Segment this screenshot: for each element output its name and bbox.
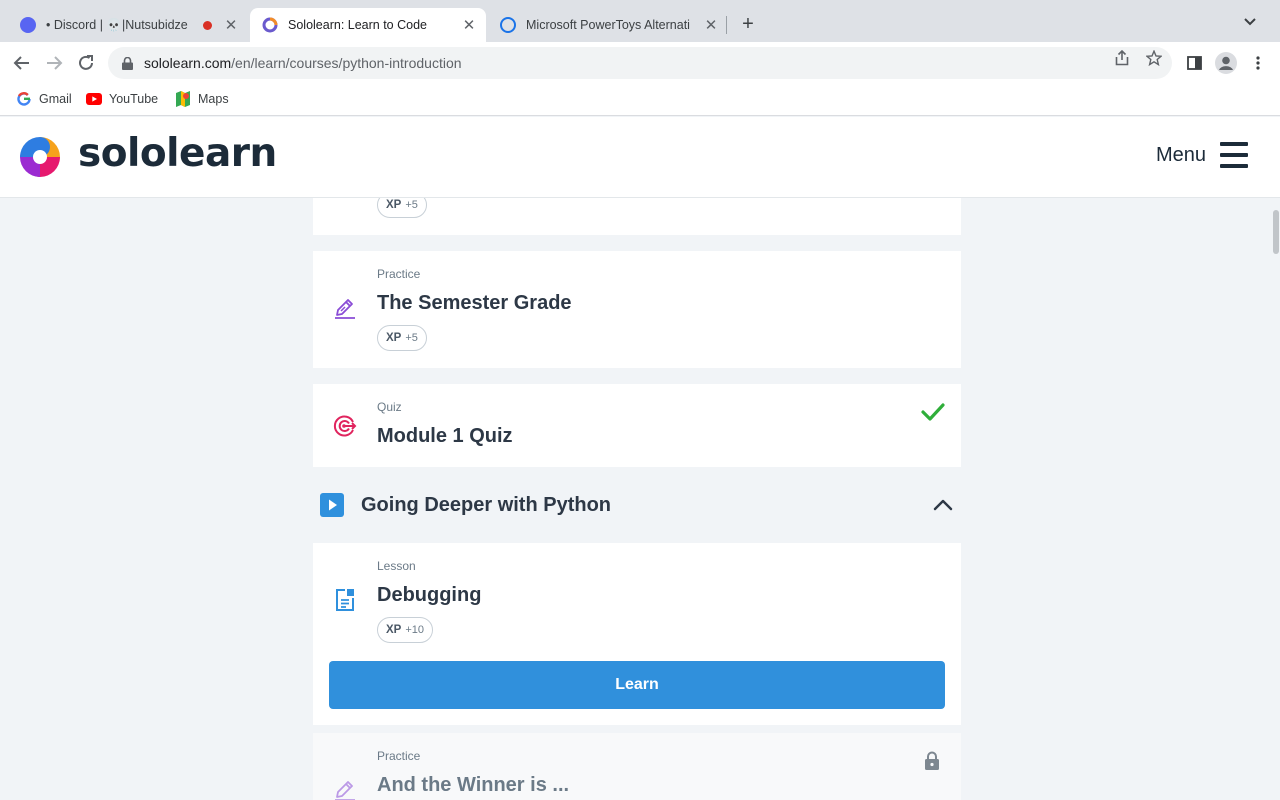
tab-sololearn[interactable]: Sololearn: Learn to Code ✕ (250, 8, 486, 42)
item-title: The Semester Grade (377, 292, 572, 314)
bookmark-star-icon[interactable] (1146, 50, 1162, 66)
globe-icon (500, 17, 516, 33)
side-panel-icon[interactable] (1186, 55, 1202, 71)
recording-icon (203, 20, 212, 30)
new-tab-icon[interactable]: + (736, 13, 760, 37)
chevron-down-icon[interactable] (1240, 14, 1260, 34)
tab-title: Microsoft PowerToys Alternati (526, 18, 690, 32)
bookmarks-bar: Gmail YouTube Maps (0, 84, 1280, 116)
google-icon (16, 91, 32, 107)
bookmark-gmail[interactable]: Gmail (16, 91, 72, 107)
item-kind: Practice (377, 749, 421, 763)
discord-icon (20, 17, 36, 33)
close-tab-icon[interactable]: ✕ (460, 16, 478, 34)
learn-button[interactable]: Learn (329, 661, 945, 709)
browser-tab-strip: • Discord | 💀|Nutsubidze ✕ Sololearn: Le… (0, 0, 1280, 42)
bookmark-label: Gmail (39, 92, 72, 106)
xp-badge: XP +5 (377, 325, 427, 351)
item-kind: Quiz (377, 400, 402, 414)
menu-button[interactable]: Menu (1156, 142, 1249, 168)
item-kind: Practice (377, 267, 421, 281)
practice-pencil-icon (335, 299, 355, 319)
sololearn-icon (262, 17, 278, 33)
url-host: sololearn.com (144, 55, 232, 71)
reload-icon[interactable] (74, 51, 98, 75)
lock-icon (925, 751, 939, 770)
item-title: Debugging (377, 584, 482, 606)
bookmark-label: Maps (198, 92, 229, 106)
browser-toolbar: sololearn.com/en/learn/courses/python-in… (0, 42, 1280, 84)
practice-card-winner[interactable]: Practice And the Winner is ... (313, 733, 961, 800)
sololearn-logo-icon[interactable] (16, 133, 64, 181)
close-tab-icon[interactable]: ✕ (222, 16, 240, 34)
page-scrollbar[interactable] (1273, 210, 1279, 254)
xp-badge: XP +10 (377, 617, 434, 643)
lesson-card-debugging[interactable]: Lesson Debugging XP +10 Learn (313, 543, 961, 725)
tab-discord[interactable]: • Discord | 💀|Nutsubidze ✕ (8, 8, 248, 42)
section-title: Going Deeper with Python (361, 494, 612, 516)
item-title: Module 1 Quiz (377, 425, 513, 447)
quiz-card-module-1[interactable]: Quiz Module 1 Quiz (313, 384, 961, 467)
item-kind: Lesson (377, 559, 416, 573)
practice-pencil-icon (335, 781, 355, 800)
menu-label: Menu (1156, 143, 1207, 166)
lock-icon[interactable] (120, 56, 134, 70)
module-section-header[interactable]: Going Deeper with Python (313, 485, 961, 525)
back-icon[interactable] (10, 51, 34, 75)
xp-badge: XP +5 (377, 198, 427, 218)
item-title: And the Winner is ... (377, 774, 570, 796)
more-vert-icon[interactable] (1250, 55, 1266, 71)
bookmark-label: YouTube (109, 92, 159, 106)
address-bar[interactable]: sololearn.com/en/learn/courses/python-in… (108, 47, 1172, 79)
tab-title: • Discord | 💀|Nutsubidze (46, 17, 188, 32)
site-header: sololearn Menu (0, 117, 1280, 198)
bookmark-maps[interactable]: Maps (175, 91, 229, 107)
url-path: /en/learn/courses/python-introduction (231, 55, 462, 71)
forward-icon[interactable] (42, 51, 66, 75)
tab-separator (726, 16, 727, 34)
tab-title: Sololearn: Learn to Code (288, 18, 427, 32)
profile-avatar-icon[interactable] (1214, 51, 1238, 75)
close-tab-icon[interactable]: ✕ (702, 16, 720, 34)
practice-card-semester-grade[interactable]: Practice The Semester Grade XP +5 (313, 251, 961, 368)
share-icon[interactable] (1114, 50, 1130, 66)
logo-text[interactable]: sololearn (78, 131, 277, 176)
chevron-up-icon[interactable] (931, 497, 955, 513)
youtube-icon (86, 91, 102, 107)
play-icon (320, 493, 344, 517)
tab-powertoys[interactable]: Microsoft PowerToys Alternati ✕ (488, 8, 728, 42)
checkmark-icon (921, 403, 945, 421)
url-text: sololearn.com/en/learn/courses/python-in… (144, 55, 462, 71)
hamburger-icon (1220, 142, 1249, 168)
maps-icon (175, 91, 191, 107)
target-icon (333, 415, 357, 437)
course-content: XP +5 Practice The Semester Grade XP +5 Qu… (0, 198, 1280, 800)
lesson-card[interactable]: XP +5 (313, 198, 961, 235)
lesson-document-icon (336, 589, 354, 611)
bookmark-youtube[interactable]: YouTube (86, 91, 158, 107)
